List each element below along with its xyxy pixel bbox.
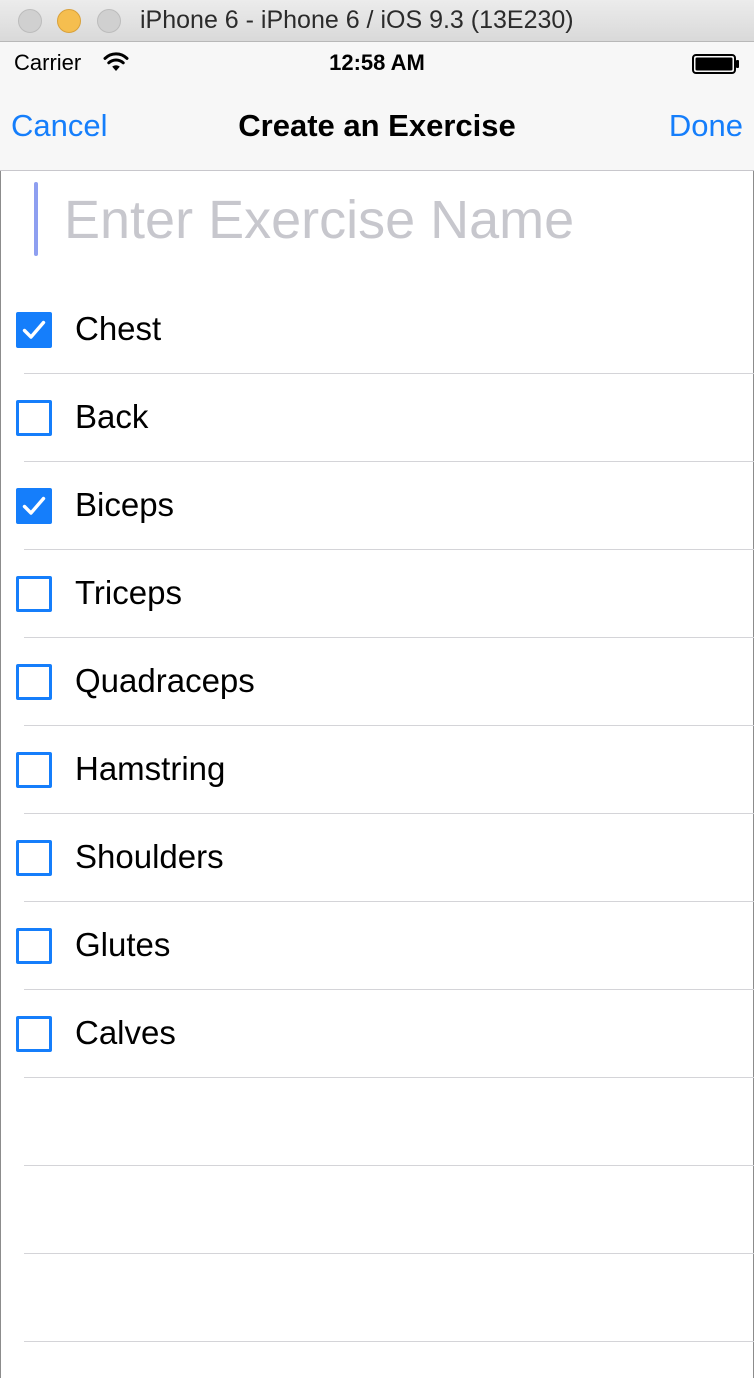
muscle-group-label: Shoulders: [75, 838, 224, 875]
exercise-name-input[interactable]: [64, 180, 734, 260]
muscle-group-label: Calves: [75, 1014, 176, 1051]
checkbox-checked[interactable]: [16, 488, 52, 524]
checkbox-unchecked[interactable]: [16, 752, 52, 788]
muscle-group-row[interactable]: Triceps: [0, 550, 754, 638]
done-button[interactable]: Done: [669, 108, 743, 144]
empty-table-row: [0, 1166, 754, 1254]
checkbox-unchecked[interactable]: [16, 928, 52, 964]
muscle-group-row[interactable]: Back: [0, 374, 754, 462]
text-cursor: [34, 182, 38, 256]
muscle-group-list: Chest Back Biceps Triceps Quadraceps Hamstrin…: [0, 286, 754, 1342]
muscle-group-row[interactable]: Biceps: [0, 462, 754, 550]
muscle-group-label: Hamstring: [75, 750, 226, 787]
checkmark-icon: [22, 320, 46, 339]
muscle-group-label: Biceps: [75, 486, 175, 523]
muscle-group-label: Triceps: [75, 574, 182, 611]
simulator-title-bar: iPhone 6 - iPhone 6 / iOS 9.3 (13E230): [0, 0, 754, 42]
muscle-group-row[interactable]: Calves: [0, 990, 754, 1078]
window-title: iPhone 6 - iPhone 6 / iOS 9.3 (13E230): [140, 6, 574, 34]
muscle-group-label: Glutes: [75, 926, 171, 963]
muscle-group-row[interactable]: Quadraceps: [0, 638, 754, 726]
window-zoom-button[interactable]: [97, 9, 121, 33]
status-bar: Carrier 12:58 AM: [0, 42, 754, 82]
checkbox-unchecked[interactable]: [16, 664, 52, 700]
muscle-group-label: Back: [75, 398, 149, 435]
empty-table-row: [0, 1078, 754, 1166]
empty-table-row: [0, 1254, 754, 1342]
muscle-group-row[interactable]: Glutes: [0, 902, 754, 990]
muscle-group-row[interactable]: Hamstring: [0, 726, 754, 814]
checkbox-unchecked[interactable]: [16, 400, 52, 436]
page-title: Create an Exercise: [238, 108, 516, 143]
checkbox-unchecked[interactable]: [16, 840, 52, 876]
checkmark-icon: [22, 496, 46, 515]
muscle-group-label: Quadraceps: [75, 662, 255, 699]
window-close-button[interactable]: [18, 9, 42, 33]
muscle-group-row[interactable]: Shoulders: [0, 814, 754, 902]
checkbox-unchecked[interactable]: [16, 1016, 52, 1052]
battery-icon: [692, 54, 739, 74]
exercise-name-field: [0, 172, 754, 268]
checkbox-checked[interactable]: [16, 312, 52, 348]
muscle-group-row[interactable]: Chest: [0, 286, 754, 374]
window-minimize-button[interactable]: [57, 9, 81, 33]
status-time: 12:58 AM: [329, 50, 425, 75]
navigation-bar: Cancel Create an Exercise Done: [0, 82, 754, 171]
checkbox-unchecked[interactable]: [16, 576, 52, 612]
muscle-group-label: Chest: [75, 310, 162, 347]
